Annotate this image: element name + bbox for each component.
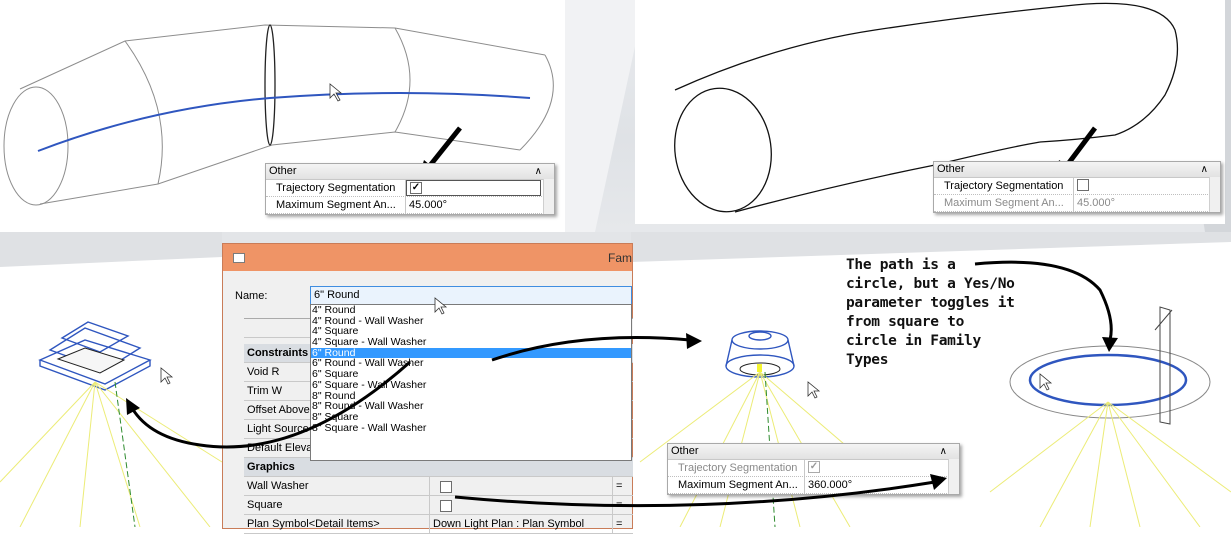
smooth-sweep-view[interactable]: Other ∧ Trajectory Segmentation Maximum S… <box>565 0 1231 232</box>
formula-cell[interactable]: = <box>612 496 622 514</box>
property-row-max-angle: Maximum Segment An... 45.000° <box>266 197 554 214</box>
dialog-title-bar[interactable]: Fam <box>223 244 632 271</box>
properties-panel-fixture: Other ∧ Trajectory Segmentation ✓ Maximum… <box>667 443 960 495</box>
param-label: Void R <box>247 366 280 378</box>
properties-panel-smooth: Other ∧ Trajectory Segmentation Maximum S… <box>933 161 1221 213</box>
wall-washer-value-cell[interactable] <box>429 477 635 495</box>
max-angle-value[interactable]: 45.000° <box>406 197 447 213</box>
param-label: Wall Washer <box>247 480 309 492</box>
scrollbar[interactable] <box>543 179 554 214</box>
param-row-wall-washer[interactable]: Wall Washer = <box>244 477 633 496</box>
max-angle-value[interactable]: 360.000° <box>805 477 852 493</box>
list-item[interactable]: 4" Round - Wall Washer <box>311 315 631 327</box>
group-label: Graphics <box>247 461 295 473</box>
property-row-max-angle: Maximum Segment An... 360.000° <box>668 477 959 494</box>
collapse-icon[interactable]: ∧ <box>1201 162 1208 177</box>
property-label: Trajectory Segmentation <box>934 178 1074 194</box>
group-label: Constraints <box>247 347 309 359</box>
section-label: Other <box>937 163 965 175</box>
param-label: Offset Above <box>247 404 310 416</box>
checkbox-checked-disabled[interactable]: ✓ <box>808 461 820 474</box>
section-header-other[interactable]: Other ∧ <box>668 444 959 460</box>
param-label: Square <box>247 499 283 511</box>
property-row-trajectory: Trajectory Segmentation <box>934 178 1220 195</box>
property-label: Trajectory Segmentation <box>668 460 805 476</box>
trajectory-checkbox-cell[interactable]: ✓ <box>406 180 541 196</box>
type-dropdown-list[interactable]: 4" Round 4" Round - Wall Washer 4" Squar… <box>310 304 632 461</box>
square-value-cell[interactable] <box>429 496 635 514</box>
param-label: Default Eleva <box>247 442 313 454</box>
property-row-max-angle: Maximum Segment An... 45.000° <box>934 195 1220 212</box>
formula-cell[interactable]: = <box>612 515 622 533</box>
param-label: Plan Symbol<Detail Items> <box>247 518 380 530</box>
list-item[interactable]: 8" Round - Wall Washer <box>311 401 631 412</box>
list-item[interactable]: 8" Square <box>311 412 631 423</box>
formula-cell[interactable]: = <box>612 477 622 495</box>
trajectory-checkbox-cell[interactable] <box>1074 178 1089 194</box>
dropdown-value: 6" Round <box>314 289 360 301</box>
dialog-title: Fam <box>608 251 632 265</box>
property-label: Maximum Segment An... <box>266 197 406 213</box>
checkbox-unchecked[interactable] <box>440 481 452 493</box>
scrollbar[interactable] <box>1209 177 1220 212</box>
annotation-note: The path is a circle, but a Yes/No param… <box>846 257 1015 368</box>
section-label: Other <box>671 445 699 457</box>
collapse-icon[interactable]: ∧ <box>940 444 947 459</box>
properties-panel-segmented: Other ∧ Trajectory Segmentation ✓ Maximum… <box>265 163 555 215</box>
list-item[interactable]: 6" Round - Wall Washer <box>311 358 631 369</box>
property-label: Maximum Segment An... <box>934 195 1074 211</box>
param-row-plan-symbol[interactable]: Plan Symbol<Detail Items> Down Light Pla… <box>244 515 633 534</box>
property-label: Trajectory Segmentation <box>266 180 406 196</box>
property-row-trajectory: Trajectory Segmentation ✓ <box>668 460 959 477</box>
checkbox-unchecked[interactable] <box>440 500 452 512</box>
param-label: Trim W <box>247 385 283 397</box>
collapse-icon[interactable]: ∧ <box>535 164 542 179</box>
family-types-dialog: Fam Name: 6" Round Constraints Void R Tr… <box>222 243 633 534</box>
list-item[interactable]: 6" Square - Wall Washer <box>311 380 631 391</box>
property-label: Maximum Segment An... <box>668 477 805 493</box>
property-row-trajectory: Trajectory Segmentation ✓ <box>266 180 554 197</box>
scrollbar[interactable] <box>948 459 959 494</box>
plan-symbol-value[interactable]: Down Light Plan : Plan Symbol <box>429 515 584 533</box>
param-row-square[interactable]: Square = <box>244 496 633 515</box>
section-header-other[interactable]: Other ∧ <box>934 162 1220 178</box>
window-icon <box>233 253 245 263</box>
name-label: Name: <box>235 290 268 302</box>
checkbox-unchecked[interactable] <box>1077 179 1089 192</box>
trajectory-checkbox-cell[interactable]: ✓ <box>805 460 820 476</box>
segmented-sweep-view[interactable]: Other ∧ Trajectory Segmentation ✓ Maximum… <box>0 0 565 232</box>
checkbox-checked[interactable]: ✓ <box>410 182 422 195</box>
type-name-dropdown[interactable]: 6" Round <box>310 286 632 305</box>
max-angle-value[interactable]: 45.000° <box>1074 195 1115 211</box>
param-label: Light Source <box>247 423 309 435</box>
section-label: Other <box>269 165 297 177</box>
list-item[interactable]: 4" Square - Wall Washer <box>311 337 631 348</box>
section-header-other[interactable]: Other ∧ <box>266 164 554 180</box>
list-item[interactable]: 8" Square - Wall Washer <box>311 422 631 434</box>
